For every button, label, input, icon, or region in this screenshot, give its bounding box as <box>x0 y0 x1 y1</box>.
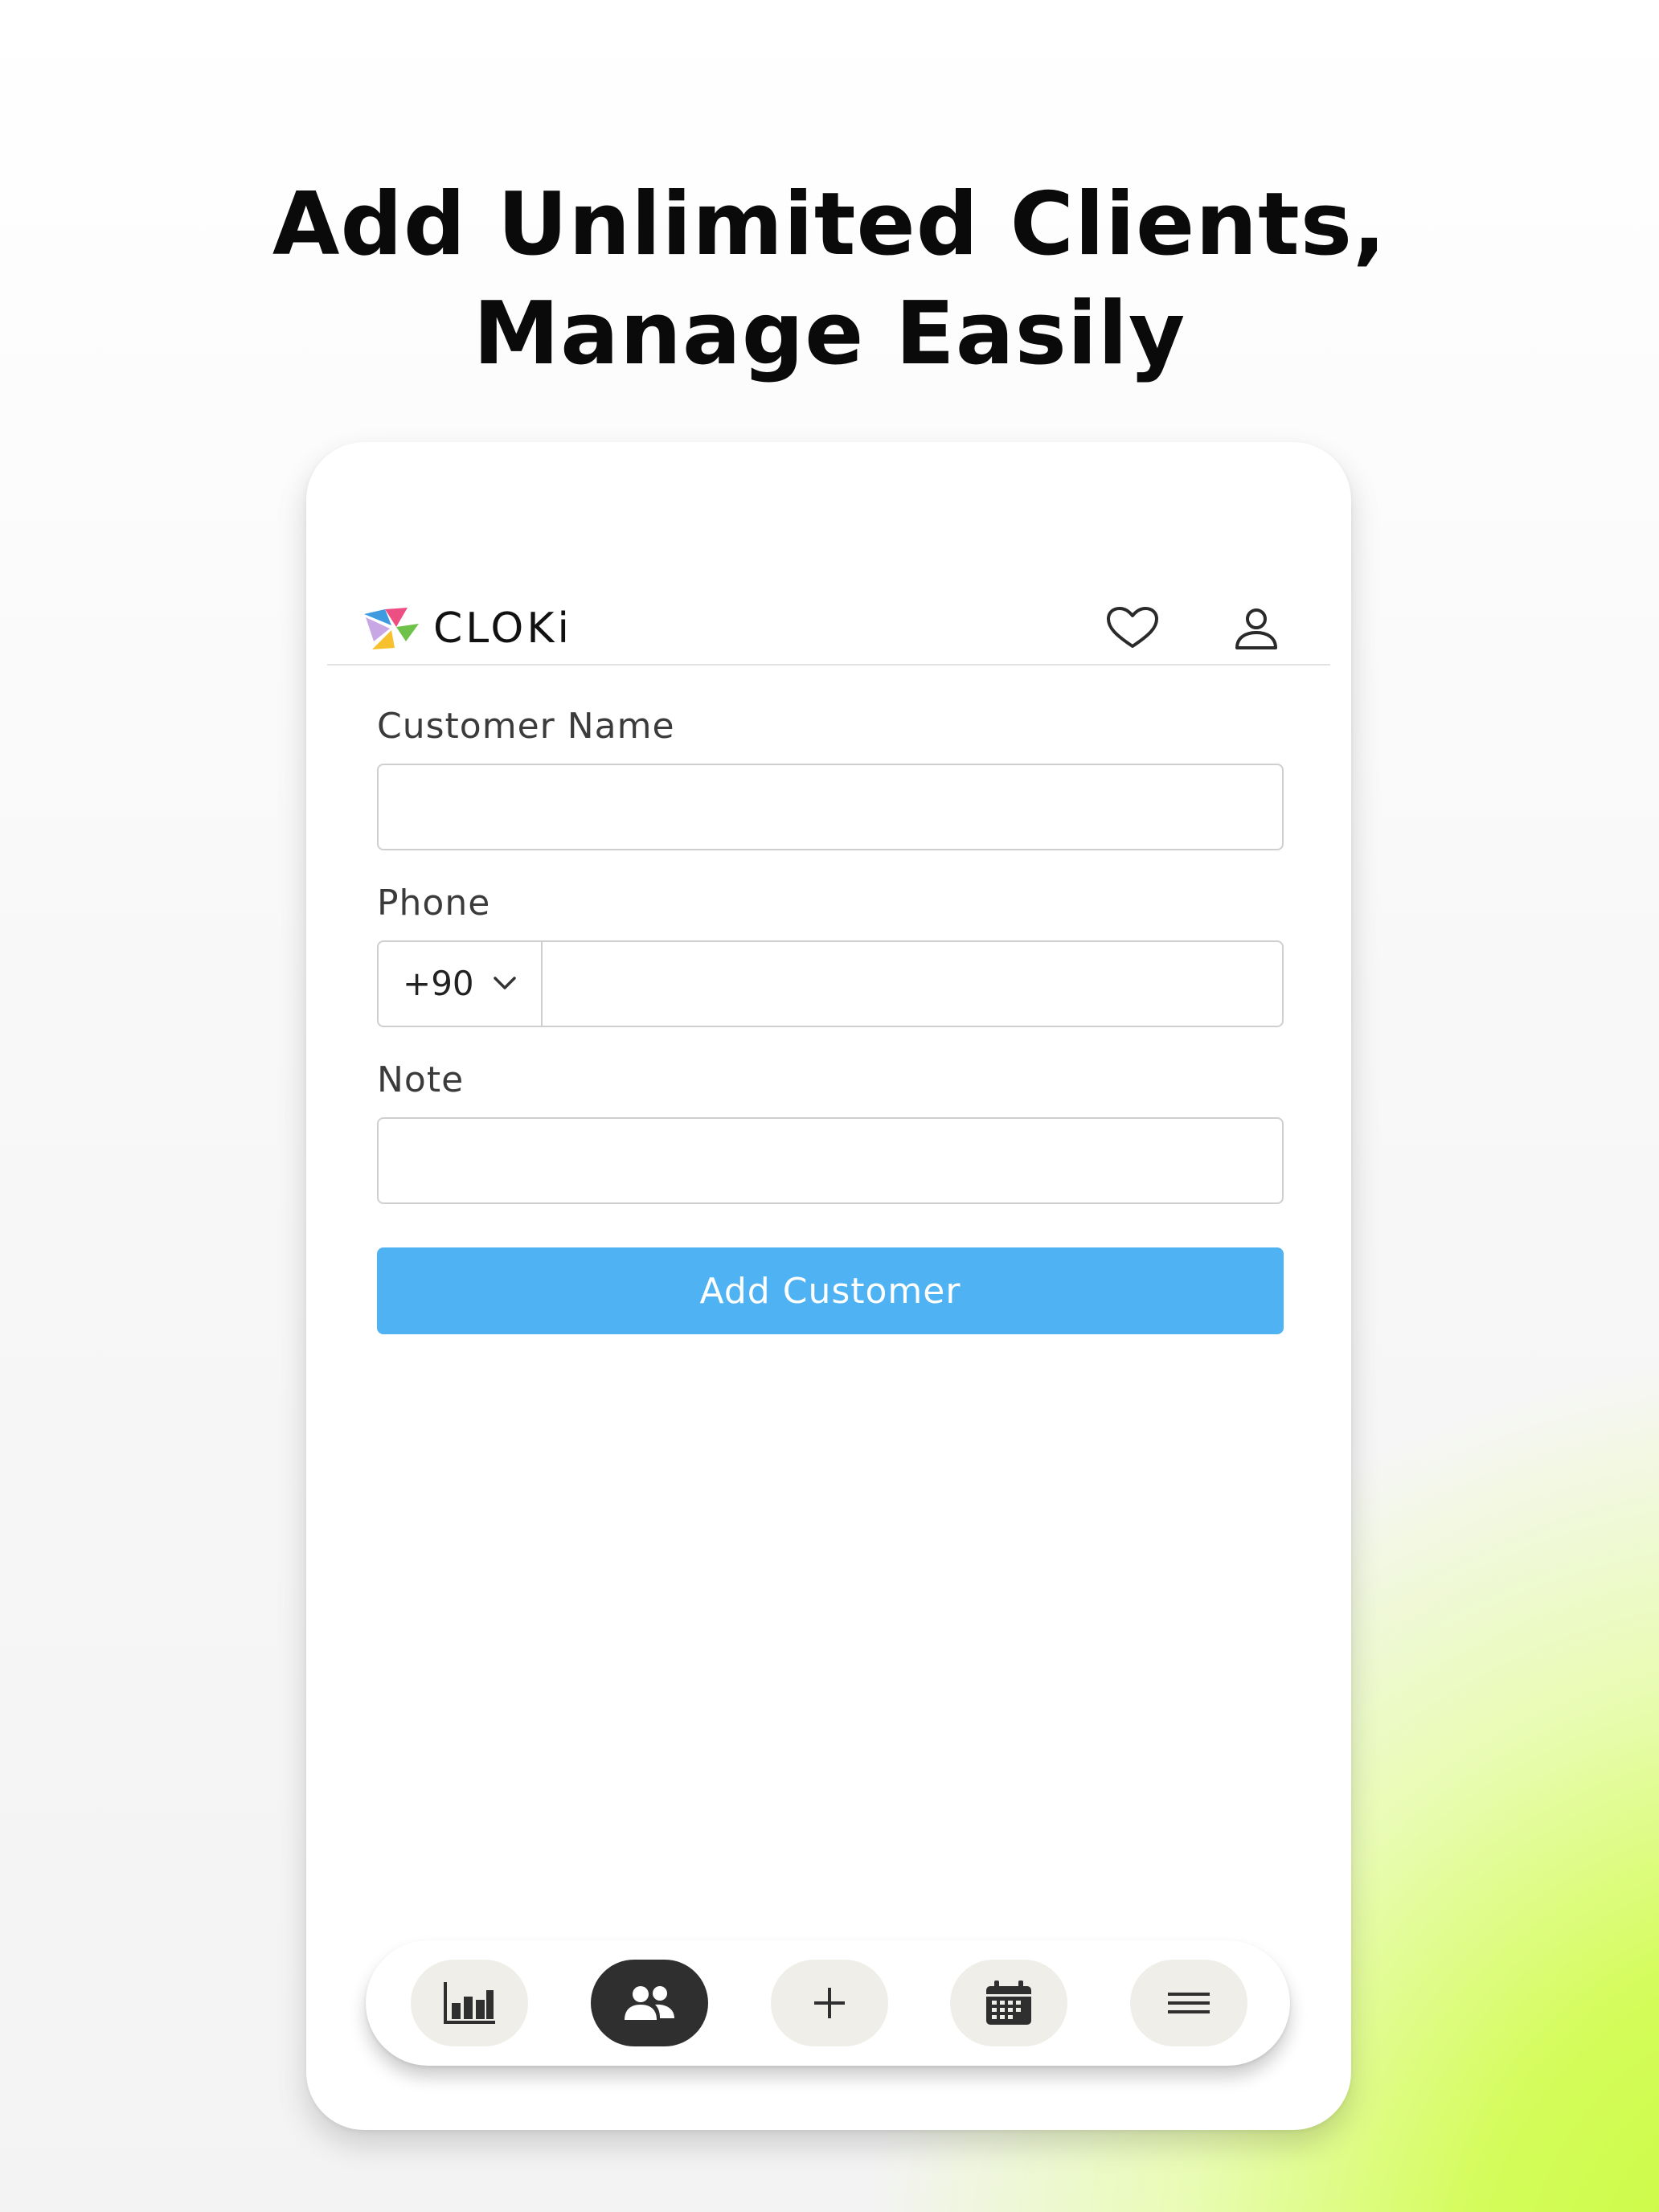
cloki-logo-icon <box>364 608 419 649</box>
calendar-icon <box>986 1981 1031 2025</box>
note-input[interactable] <box>377 1117 1284 1204</box>
nav-menu[interactable] <box>1130 1960 1247 2046</box>
phone-mockup: CLOKi Customer Name Phone +90 Note Add C… <box>306 442 1351 2130</box>
users-icon <box>625 1986 674 2020</box>
favorites-button[interactable] <box>1102 603 1163 654</box>
nav-calendar[interactable] <box>950 1960 1067 2046</box>
bar-chart-icon <box>444 1982 495 2024</box>
country-code-value: +90 <box>403 964 474 1003</box>
brand-name: CLOKi <box>433 604 572 653</box>
phone-field: +90 <box>377 940 1284 1027</box>
user-icon <box>1235 608 1277 649</box>
bottom-navigation <box>366 1940 1290 2066</box>
headline-line-2: Manage Easily <box>473 284 1186 384</box>
plus-icon <box>814 1988 845 2018</box>
nav-reports[interactable] <box>411 1960 528 2046</box>
menu-icon <box>1168 1993 1210 2013</box>
app-header: CLOKi <box>327 579 1330 666</box>
phone-label: Phone <box>377 883 491 924</box>
profile-button[interactable] <box>1226 603 1287 654</box>
country-code-select[interactable]: +90 <box>379 942 543 1026</box>
add-customer-button[interactable]: Add Customer <box>377 1247 1284 1334</box>
nav-customers[interactable] <box>591 1960 708 2046</box>
customer-name-label: Customer Name <box>377 706 675 747</box>
chevron-down-icon <box>494 977 516 989</box>
phone-number-input[interactable] <box>544 942 1280 1026</box>
nav-add[interactable] <box>771 1960 888 2046</box>
note-label: Note <box>377 1059 465 1100</box>
heart-icon <box>1107 607 1158 648</box>
headline-line-1: Add Unlimited Clients, <box>272 174 1387 275</box>
customer-name-input[interactable] <box>377 764 1284 850</box>
